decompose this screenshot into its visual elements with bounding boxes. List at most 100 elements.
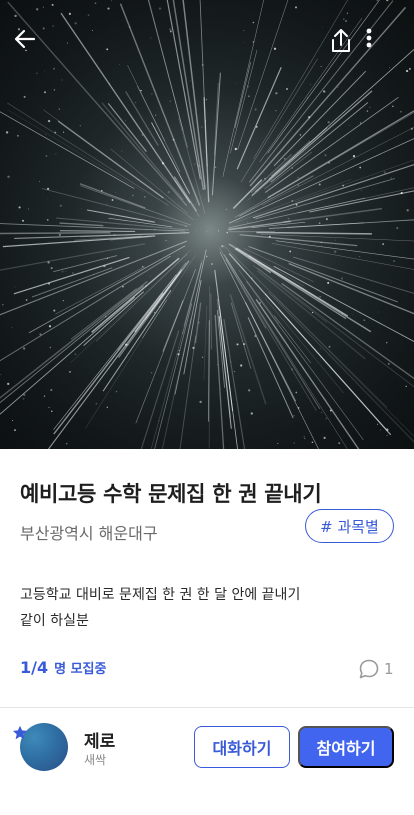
star-dot (36, 8, 39, 11)
star-dot (103, 264, 106, 268)
star-dot (318, 183, 321, 186)
star-dot (400, 192, 403, 195)
star-streak (211, 72, 221, 196)
star-streak (179, 335, 197, 449)
post-title: 예비고등 수학 문제집 한 권 끝내기 (20, 482, 322, 506)
star-dot (48, 325, 52, 328)
star-dot (322, 27, 324, 29)
star-streak (83, 291, 145, 346)
star-dot (287, 217, 290, 220)
star-dot (95, 402, 98, 405)
star-dot (201, 356, 204, 358)
star-streak (210, 293, 213, 350)
star-dot (275, 92, 278, 95)
star-dot (39, 181, 41, 182)
star-dot (334, 250, 337, 253)
star-dot (342, 184, 345, 187)
star-dot (328, 162, 330, 164)
recruit-label: 명 모집중 (54, 662, 107, 677)
description-line: 같이 하실분 (20, 613, 89, 629)
star-dot (320, 65, 322, 67)
star-dot (61, 270, 64, 273)
star-dot (206, 230, 208, 232)
star-dot (58, 108, 61, 110)
star-dot (364, 137, 365, 139)
star-dot (291, 167, 293, 169)
star-dot (49, 346, 52, 349)
star-dot (87, 14, 90, 16)
star-dot (53, 67, 55, 70)
chat-button[interactable]: 대화하기 (194, 726, 290, 768)
star-dot (7, 382, 10, 386)
star-dot (47, 261, 50, 264)
star-dot (286, 88, 288, 90)
star-dot (92, 273, 94, 275)
star-dot (44, 91, 46, 94)
star-dot (66, 42, 68, 44)
star-streak (230, 49, 258, 153)
star-streak (245, 302, 297, 402)
star-streak (218, 305, 238, 449)
comment-count-button[interactable]: 1 (358, 658, 394, 680)
star-dot (125, 343, 128, 346)
star-streak (102, 290, 172, 392)
star-streak (41, 187, 189, 227)
comment-bubble-icon (359, 659, 379, 679)
star-dot (13, 429, 17, 432)
more-options-button[interactable] (366, 28, 396, 64)
star-dot (185, 225, 187, 227)
star-dot (150, 37, 152, 39)
star-dot (59, 204, 62, 207)
star-dot (81, 208, 82, 210)
star-dot (311, 311, 314, 314)
category-tag[interactable]: # 과목별 (305, 509, 394, 543)
star-streak (275, 240, 414, 260)
star-dot (294, 6, 298, 9)
star-dot (46, 198, 48, 199)
star-dot (248, 95, 250, 97)
star-dot (23, 95, 26, 98)
star-dot (46, 219, 49, 221)
star-dot (79, 125, 81, 127)
star-dot (390, 282, 392, 283)
star-dot (325, 417, 328, 420)
star-streak (264, 297, 344, 394)
star-dot (129, 26, 131, 28)
star-streak (161, 318, 192, 449)
star-streak (256, 231, 372, 235)
star-dot (167, 191, 170, 194)
star-dot (94, 2, 97, 5)
star-dot (360, 190, 362, 192)
star-dot (243, 343, 246, 346)
star-dot (218, 230, 219, 232)
star-dot (247, 85, 249, 88)
star-streak (182, 0, 206, 190)
star-dot (390, 177, 392, 179)
star-dot (229, 361, 231, 363)
star-dot (335, 239, 336, 241)
star-dot (233, 370, 236, 373)
author-avatar-wrap[interactable] (12, 722, 72, 774)
starburst-graphic (0, 0, 414, 449)
share-button[interactable] (329, 28, 365, 64)
star-streak (214, 269, 234, 412)
star-dot (393, 260, 396, 263)
star-streak (248, 255, 372, 333)
star-dot (54, 131, 57, 134)
star-dot (321, 412, 322, 414)
star-dot (338, 442, 341, 445)
star-dot (43, 395, 46, 397)
back-button[interactable] (14, 28, 50, 64)
star-dot (310, 83, 312, 85)
join-button[interactable]: 참여하기 (298, 726, 394, 768)
star-streak (293, 256, 414, 294)
post-description: 고등학교 대비로 문제집 한 권 한 달 안에 끝내기 같이 하실분 (20, 582, 380, 634)
star-dot (11, 419, 14, 422)
star-dot (342, 312, 343, 314)
star-dot (405, 385, 407, 388)
star-dot (50, 388, 53, 392)
star-streak (0, 111, 135, 189)
star-dot (406, 209, 409, 212)
star-dot (240, 364, 243, 367)
star-dot (252, 41, 254, 43)
